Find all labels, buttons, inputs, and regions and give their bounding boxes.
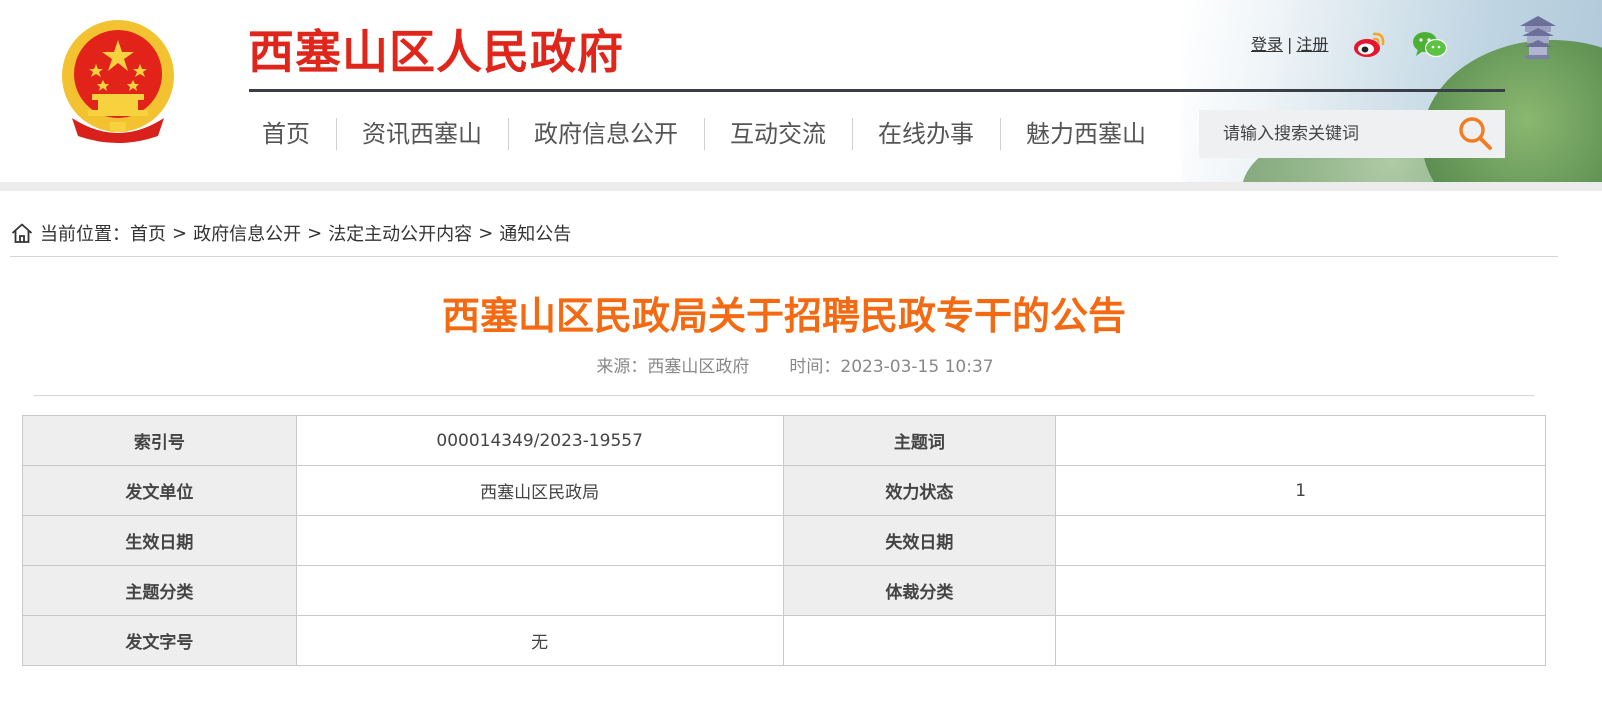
label-effective-date: 生效日期 <box>22 515 297 566</box>
label-index-number: 索引号 <box>22 415 297 466</box>
article-meta: 来源：西塞山区政府 时间：2023-03-15 10:37 <box>0 352 1590 377</box>
empty-cell <box>1055 615 1546 666</box>
title-divider <box>249 89 1505 92</box>
breadcrumb-separator: > <box>307 222 323 244</box>
breadcrumb: 当前位置： 首页 > 政府信息公开 > 法定主动公开内容 > 通知公告 <box>10 220 571 246</box>
nav-item-gov-info[interactable]: 政府信息公开 <box>508 112 704 156</box>
search-button[interactable] <box>1455 114 1497 154</box>
article-title: 西塞山区民政局关于招聘民政专干的公告 <box>441 294 1126 338</box>
value-index-number: 000014349/2023-19557 <box>295 415 784 466</box>
search-icon <box>1459 117 1492 150</box>
article-divider <box>34 395 1534 396</box>
nav-item-news[interactable]: 资讯西塞山 <box>336 112 508 156</box>
value-validity-status: 1 <box>1055 465 1546 516</box>
breadcrumb-item-notices[interactable]: 通知公告 <box>499 220 571 246</box>
table-row: 主题分类 体裁分类 <box>22 565 1546 616</box>
login-link[interactable]: 登录 <box>1251 35 1283 54</box>
label-keywords: 主题词 <box>782 415 1057 466</box>
pagoda-icon <box>1520 16 1556 59</box>
breadcrumb-item-statutory[interactable]: 法定主动公开内容 <box>328 220 472 246</box>
breadcrumb-separator: > <box>172 222 188 244</box>
label-document-number: 发文字号 <box>22 615 297 666</box>
register-link[interactable]: 注册 <box>1296 35 1328 54</box>
label-validity-status: 效力状态 <box>782 465 1057 516</box>
label-issuing-unit: 发文单位 <box>22 465 297 516</box>
national-emblem-icon <box>62 20 174 143</box>
site-title: 西塞山区人民政府 <box>248 25 624 79</box>
home-icon <box>11 223 33 243</box>
header-bottom-strip <box>0 182 1602 191</box>
nav-item-online-services[interactable]: 在线办事 <box>852 112 1000 156</box>
value-issuing-unit: 西塞山区民政局 <box>295 465 784 516</box>
nav-item-interaction[interactable]: 互动交流 <box>704 112 852 156</box>
table-row: 发文字号 无 <box>22 615 1546 666</box>
table-row: 生效日期 失效日期 <box>22 515 1546 566</box>
search-box <box>1199 110 1505 158</box>
value-document-number: 无 <box>295 615 784 666</box>
breadcrumb-prefix: 当前位置： <box>40 224 130 245</box>
value-expiry-date <box>1055 515 1546 566</box>
site-header: 西塞山区人民政府 登录 | 注册 首页 资讯西塞山 政府信息公开 互动交流 在线办事… <box>0 0 1602 182</box>
user-links: 登录 | 注册 <box>1251 31 1328 55</box>
breadcrumb-divider <box>10 256 1558 257</box>
empty-cell <box>782 615 1057 666</box>
table-row: 索引号 000014349/2023-19557 主题词 <box>22 415 1546 466</box>
breadcrumb-item-gov-info[interactable]: 政府信息公开 <box>193 220 301 246</box>
value-genre-category <box>1055 565 1546 616</box>
weibo-icon[interactable] <box>1352 28 1388 60</box>
article-source: 来源：西塞山区政府 <box>596 357 750 377</box>
table-row: 发文单位 西塞山区民政局 效力状态 1 <box>22 465 1546 516</box>
breadcrumb-item-home[interactable]: 首页 <box>130 220 166 246</box>
value-effective-date <box>295 515 784 566</box>
search-input[interactable] <box>1211 110 1451 158</box>
label-topic-category: 主题分类 <box>22 565 297 616</box>
document-info-table: 索引号 000014349/2023-19557 主题词 发文单位 西塞山区民政… <box>22 415 1546 666</box>
article-time: 时间：2023-03-15 10:37 <box>789 357 994 377</box>
value-topic-category <box>295 565 784 616</box>
wechat-icon[interactable] <box>1412 30 1448 60</box>
label-genre-category: 体裁分类 <box>782 565 1057 616</box>
breadcrumb-separator: > <box>478 222 494 244</box>
nav-item-charm[interactable]: 魅力西塞山 <box>1000 112 1172 156</box>
main-nav: 首页 资讯西塞山 政府信息公开 互动交流 在线办事 魅力西塞山 <box>236 112 1172 156</box>
value-keywords <box>1055 415 1546 466</box>
link-separator: | <box>1287 35 1293 54</box>
label-expiry-date: 失效日期 <box>782 515 1057 566</box>
nav-item-home[interactable]: 首页 <box>236 112 336 156</box>
